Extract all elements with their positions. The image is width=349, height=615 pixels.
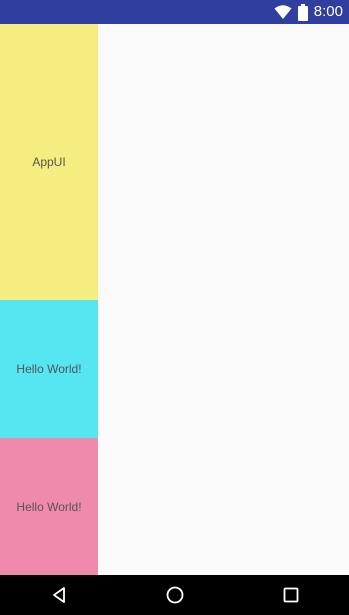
home-icon <box>166 586 184 604</box>
wifi-icon <box>274 4 292 20</box>
panel-appui: AppUI <box>0 24 98 300</box>
status-bar: 8:00 <box>0 0 349 24</box>
panel-label: Hello World! <box>16 362 82 376</box>
home-button[interactable] <box>155 575 195 615</box>
panel-label: Hello World! <box>16 499 82 514</box>
status-time: 8:00 <box>313 3 343 20</box>
recent-apps-icon <box>283 587 299 603</box>
back-icon <box>50 586 68 604</box>
panel-hello-world-cyan: Hello World! <box>0 300 98 438</box>
status-icons: 8:00 <box>274 0 343 24</box>
battery-icon <box>297 3 308 21</box>
content-area: AppUI Hello World! Hello World! <box>0 24 349 575</box>
recent-apps-button[interactable] <box>271 575 311 615</box>
phone-screen: 8:00 AppUI Hello World! Hello World! <box>0 0 349 615</box>
navigation-bar <box>0 575 349 615</box>
panel-hello-world-pink: Hello World! <box>0 438 98 575</box>
panel-label: AppUI <box>32 155 66 169</box>
back-button[interactable] <box>39 575 79 615</box>
